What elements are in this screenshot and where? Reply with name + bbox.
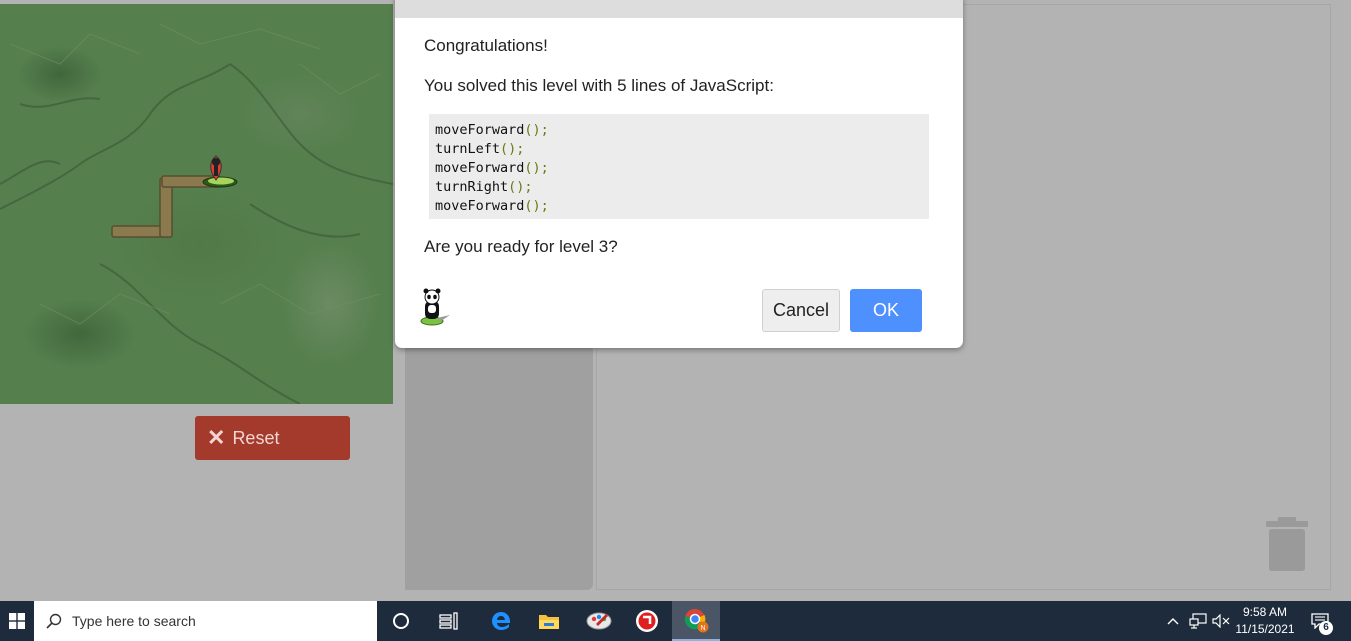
reset-label: Reset [232,427,280,448]
windows-icon [9,613,25,629]
code-line: moveForward(); [435,198,549,214]
congratulations-dialog: Congratulations! You solved this level w… [395,0,963,348]
search-icon [46,613,62,629]
code-line: turnRight(); [435,179,533,195]
volume-button[interactable] [1210,601,1232,641]
code-line: turnLeft(); [435,141,525,157]
start-button[interactable] [0,601,34,641]
goal-marker-icon [202,155,238,188]
paint-button[interactable] [575,601,623,641]
chrome-button[interactable]: N [672,601,720,641]
trash-icon[interactable] [1265,516,1309,572]
code-line: moveForward(); [435,160,549,176]
edge-icon [492,612,511,630]
file-explorer-button[interactable] [525,601,573,641]
clock-time: 9:58 AM [1242,605,1288,619]
task-view-icon [439,612,458,630]
code-block: moveForward(); turnLeft(); moveForward()… [429,114,929,219]
app-icon [636,610,658,632]
app-button[interactable] [623,601,671,641]
code-line: moveForward(); [435,122,549,138]
chrome-icon: N [684,609,709,633]
cancel-button[interactable]: Cancel [762,289,840,332]
search-placeholder: Type here to search [72,613,196,629]
chevron-up-icon [1167,618,1179,625]
game-map [0,4,393,404]
panda-icon [420,288,450,326]
cortana-icon [393,613,409,629]
cortana-button[interactable] [377,601,425,641]
ok-button[interactable]: OK [850,289,922,332]
map-terrain [0,23,393,404]
edge-button[interactable] [477,601,525,641]
network-icon [1189,613,1207,629]
paint-icon [586,612,612,630]
network-button[interactable] [1186,601,1210,641]
taskbar-search-box[interactable]: Type here to search [34,601,377,641]
reset-button[interactable]: ✕ Reset [195,416,350,460]
show-hidden-icons-button[interactable] [1162,601,1184,641]
toolbox[interactable] [405,345,593,590]
solved-text: You solved this level with 5 lines of Ja… [424,76,774,95]
system-clock[interactable]: 9:58 AM 11/15/2021 [1232,604,1298,638]
notification-center-button[interactable] [1306,601,1334,641]
clock-date: 11/15/2021 [1235,622,1295,636]
file-explorer-icon [539,615,559,629]
volume-muted-icon [1212,614,1230,628]
notification-count-badge: 6 [1319,621,1333,635]
dialog-title: Congratulations! [424,36,548,55]
close-icon: ✕ [207,425,226,450]
task-view-button[interactable] [425,601,473,641]
dialog-header [395,0,963,18]
chrome-badge: N [700,625,705,632]
path-track [111,175,221,238]
ready-text: Are you ready for level 3? [424,237,618,256]
taskbar: Type here to search N 9:58 AM 11/15/2021… [0,601,1351,641]
